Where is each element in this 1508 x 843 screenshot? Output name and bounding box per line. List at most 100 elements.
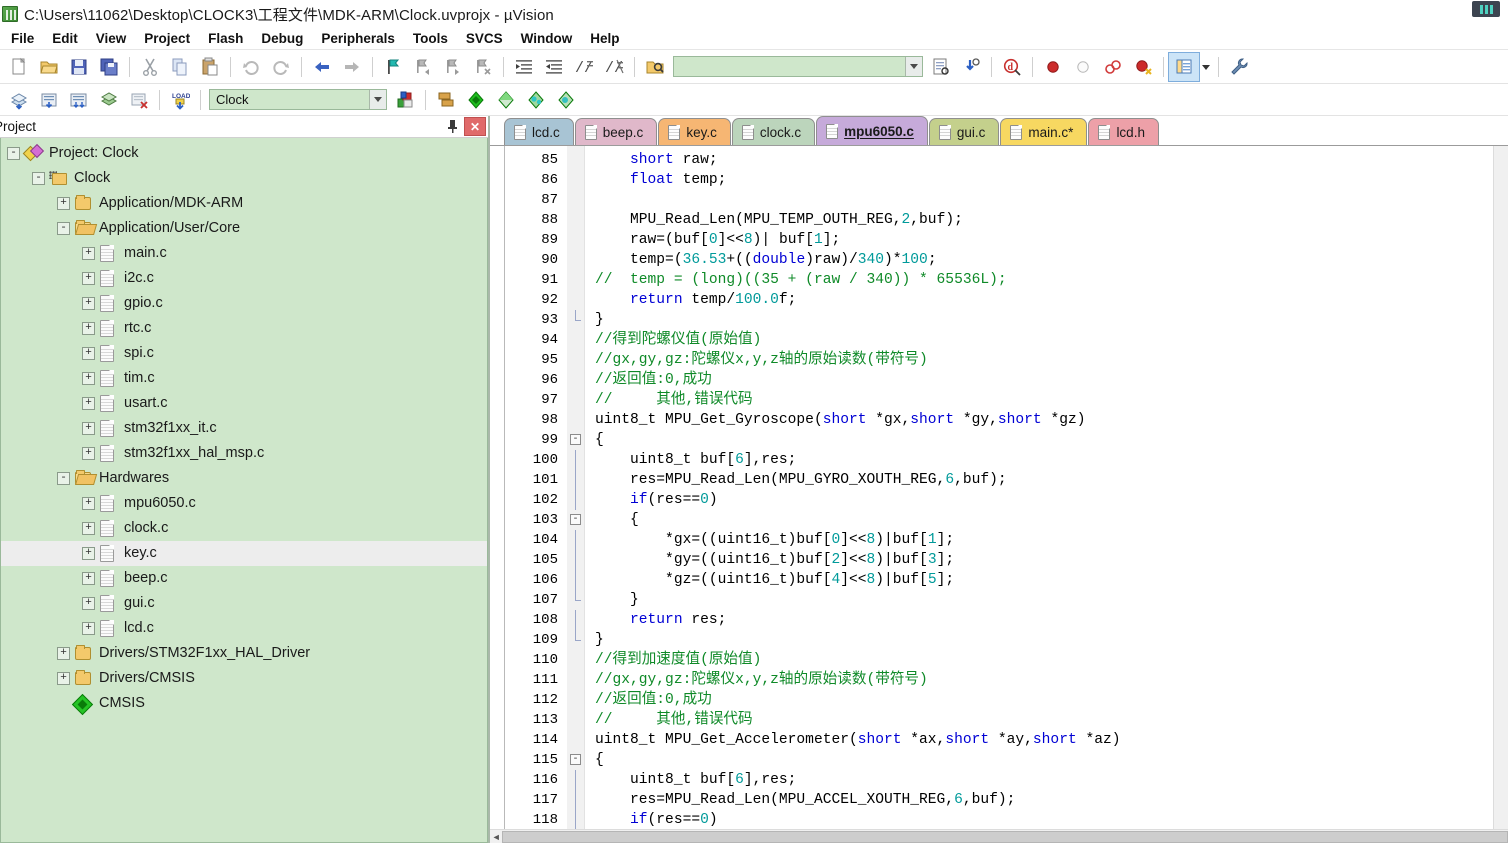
- tree-node-beep.c[interactable]: + beep.c: [1, 566, 487, 591]
- fold-marker[interactable]: [567, 630, 584, 650]
- cut-icon[interactable]: [135, 53, 165, 81]
- expand-toggle-icon[interactable]: +: [57, 647, 70, 660]
- tree-node-usart.c[interactable]: + usart.c: [1, 391, 487, 416]
- tree-node-mpu6050.c[interactable]: + mpu6050.c: [1, 491, 487, 516]
- fold-marker[interactable]: [567, 550, 584, 570]
- fold-marker[interactable]: [567, 450, 584, 470]
- tree-node-spi.c[interactable]: + spi.c: [1, 341, 487, 366]
- code-editor[interactable]: 85 86 87 88 89 90 91 92 93 94 95 96 97 98 99 100 101 102 1…: [504, 146, 1508, 830]
- target-selector-combo[interactable]: Clock: [209, 89, 387, 110]
- tree-node-key.c[interactable]: + key.c: [1, 541, 487, 566]
- fold-marker[interactable]: -: [567, 430, 584, 450]
- paste-icon[interactable]: [195, 53, 225, 81]
- save-icon[interactable]: [64, 53, 94, 81]
- indent-icon[interactable]: [509, 53, 539, 81]
- editor-tab-clock-c[interactable]: clock.c: [731, 118, 816, 145]
- tree-node-stm32f1xx_it.c[interactable]: + stm32f1xx_it.c: [1, 416, 487, 441]
- expand-toggle-icon[interactable]: +: [82, 247, 95, 260]
- menu-svcs[interactable]: SVCS: [457, 29, 512, 48]
- fold-marker[interactable]: [567, 530, 584, 550]
- kill-all-breakpoints-icon[interactable]: [1098, 53, 1128, 81]
- window-controls-badge[interactable]: [1472, 1, 1500, 17]
- pack-manager-icon[interactable]: [551, 86, 581, 114]
- expand-toggle-icon[interactable]: +: [82, 497, 95, 510]
- tree-node-gui.c[interactable]: + gui.c: [1, 591, 487, 616]
- fold-collapse-icon[interactable]: -: [570, 754, 581, 765]
- configure-icon[interactable]: [1224, 53, 1254, 81]
- insert-breakpoint-icon[interactable]: [1038, 53, 1068, 81]
- menu-file[interactable]: File: [2, 29, 43, 48]
- disable-all-breakpoints-icon[interactable]: [1128, 53, 1158, 81]
- pack-installer-icon[interactable]: [491, 86, 521, 114]
- expand-toggle-icon[interactable]: +: [82, 522, 95, 535]
- editor-tab-lcd-c[interactable]: lcd.c: [504, 118, 574, 145]
- fold-marker[interactable]: [567, 490, 584, 510]
- expand-toggle-icon[interactable]: +: [57, 672, 70, 685]
- tree-node-clock[interactable]: - Clock: [1, 166, 487, 191]
- menu-edit[interactable]: Edit: [43, 29, 87, 48]
- expand-toggle-icon[interactable]: +: [82, 572, 95, 585]
- fold-marker[interactable]: [567, 310, 584, 330]
- find-in-files-icon[interactable]: [640, 53, 670, 81]
- navigate-forward-icon[interactable]: [337, 53, 367, 81]
- collapse-toggle-icon[interactable]: -: [7, 147, 20, 160]
- bookmark-next-icon[interactable]: [438, 53, 468, 81]
- editor-tab-key-c[interactable]: key.c: [658, 118, 731, 145]
- chevron-down-icon[interactable]: [369, 90, 386, 109]
- expand-toggle-icon[interactable]: +: [82, 447, 95, 460]
- tree-node-rtc.c[interactable]: + rtc.c: [1, 316, 487, 341]
- expand-toggle-icon[interactable]: +: [82, 347, 95, 360]
- fold-marker[interactable]: [567, 790, 584, 810]
- tree-node-hardwares[interactable]: - Hardwares: [1, 466, 487, 491]
- fold-marker[interactable]: -: [567, 750, 584, 770]
- fold-collapse-icon[interactable]: -: [570, 434, 581, 445]
- uncomment-icon[interactable]: //: [599, 53, 629, 81]
- find-next-icon[interactable]: [956, 53, 986, 81]
- open-file-icon[interactable]: [34, 53, 64, 81]
- menu-help[interactable]: Help: [581, 29, 628, 48]
- fold-marker[interactable]: [567, 810, 584, 830]
- collapse-toggle-icon[interactable]: -: [57, 472, 70, 485]
- expand-toggle-icon[interactable]: +: [82, 597, 95, 610]
- redo-icon[interactable]: [266, 53, 296, 81]
- editor-horizontal-scrollbar[interactable]: ◄: [490, 829, 1508, 843]
- comment-icon[interactable]: //: [569, 53, 599, 81]
- download-icon[interactable]: LOAD: [165, 86, 195, 114]
- batch-build-icon[interactable]: [94, 86, 124, 114]
- expand-toggle-icon[interactable]: +: [82, 322, 95, 335]
- hscroll-thumb[interactable]: [502, 830, 1508, 843]
- menu-peripherals[interactable]: Peripherals: [312, 29, 404, 48]
- tree-node-drivers-cmsis[interactable]: + Drivers/CMSIS: [1, 666, 487, 691]
- bookmark-toggle-icon[interactable]: [378, 53, 408, 81]
- fold-marker[interactable]: [567, 570, 584, 590]
- outdent-icon[interactable]: [539, 53, 569, 81]
- expand-toggle-icon[interactable]: +: [82, 297, 95, 310]
- tree-node-lcd.c[interactable]: + lcd.c: [1, 616, 487, 641]
- debug-query-icon[interactable]: d: [997, 53, 1027, 81]
- manage-project-items-icon[interactable]: [431, 86, 461, 114]
- disable-breakpoint-icon[interactable]: [1068, 53, 1098, 81]
- expand-toggle-icon[interactable]: +: [82, 397, 95, 410]
- bookmark-clear-icon[interactable]: [468, 53, 498, 81]
- editor-tab-beep-c[interactable]: beep.c: [574, 118, 658, 145]
- menu-project[interactable]: Project: [135, 29, 199, 48]
- tree-node-project-clock[interactable]: - Project: Clock: [1, 141, 487, 166]
- editor-tab-gui-c[interactable]: gui.c: [928, 118, 1000, 145]
- fold-collapse-icon[interactable]: -: [570, 514, 581, 525]
- tree-node-tim.c[interactable]: + tim.c: [1, 366, 487, 391]
- bookmark-prev-icon[interactable]: [408, 53, 438, 81]
- expand-toggle-icon[interactable]: +: [82, 372, 95, 385]
- scroll-left-arrow[interactable]: ◄: [490, 832, 502, 842]
- collapse-toggle-icon[interactable]: -: [32, 172, 45, 185]
- expand-toggle-icon[interactable]: +: [82, 272, 95, 285]
- rebuild-all-icon[interactable]: [64, 86, 94, 114]
- menu-window[interactable]: Window: [512, 29, 582, 48]
- stop-build-icon[interactable]: [124, 86, 154, 114]
- fold-marker[interactable]: [567, 610, 584, 630]
- tree-node-gpio.c[interactable]: + gpio.c: [1, 291, 487, 316]
- fold-marker[interactable]: [567, 470, 584, 490]
- menu-view[interactable]: View: [87, 29, 136, 48]
- source-code-text[interactable]: short raw; float temp; MPU_Read_Len(MPU_…: [585, 146, 1508, 829]
- editor-tab-mpu6050-c[interactable]: mpu6050.c: [816, 116, 928, 145]
- collapse-toggle-icon[interactable]: -: [57, 222, 70, 235]
